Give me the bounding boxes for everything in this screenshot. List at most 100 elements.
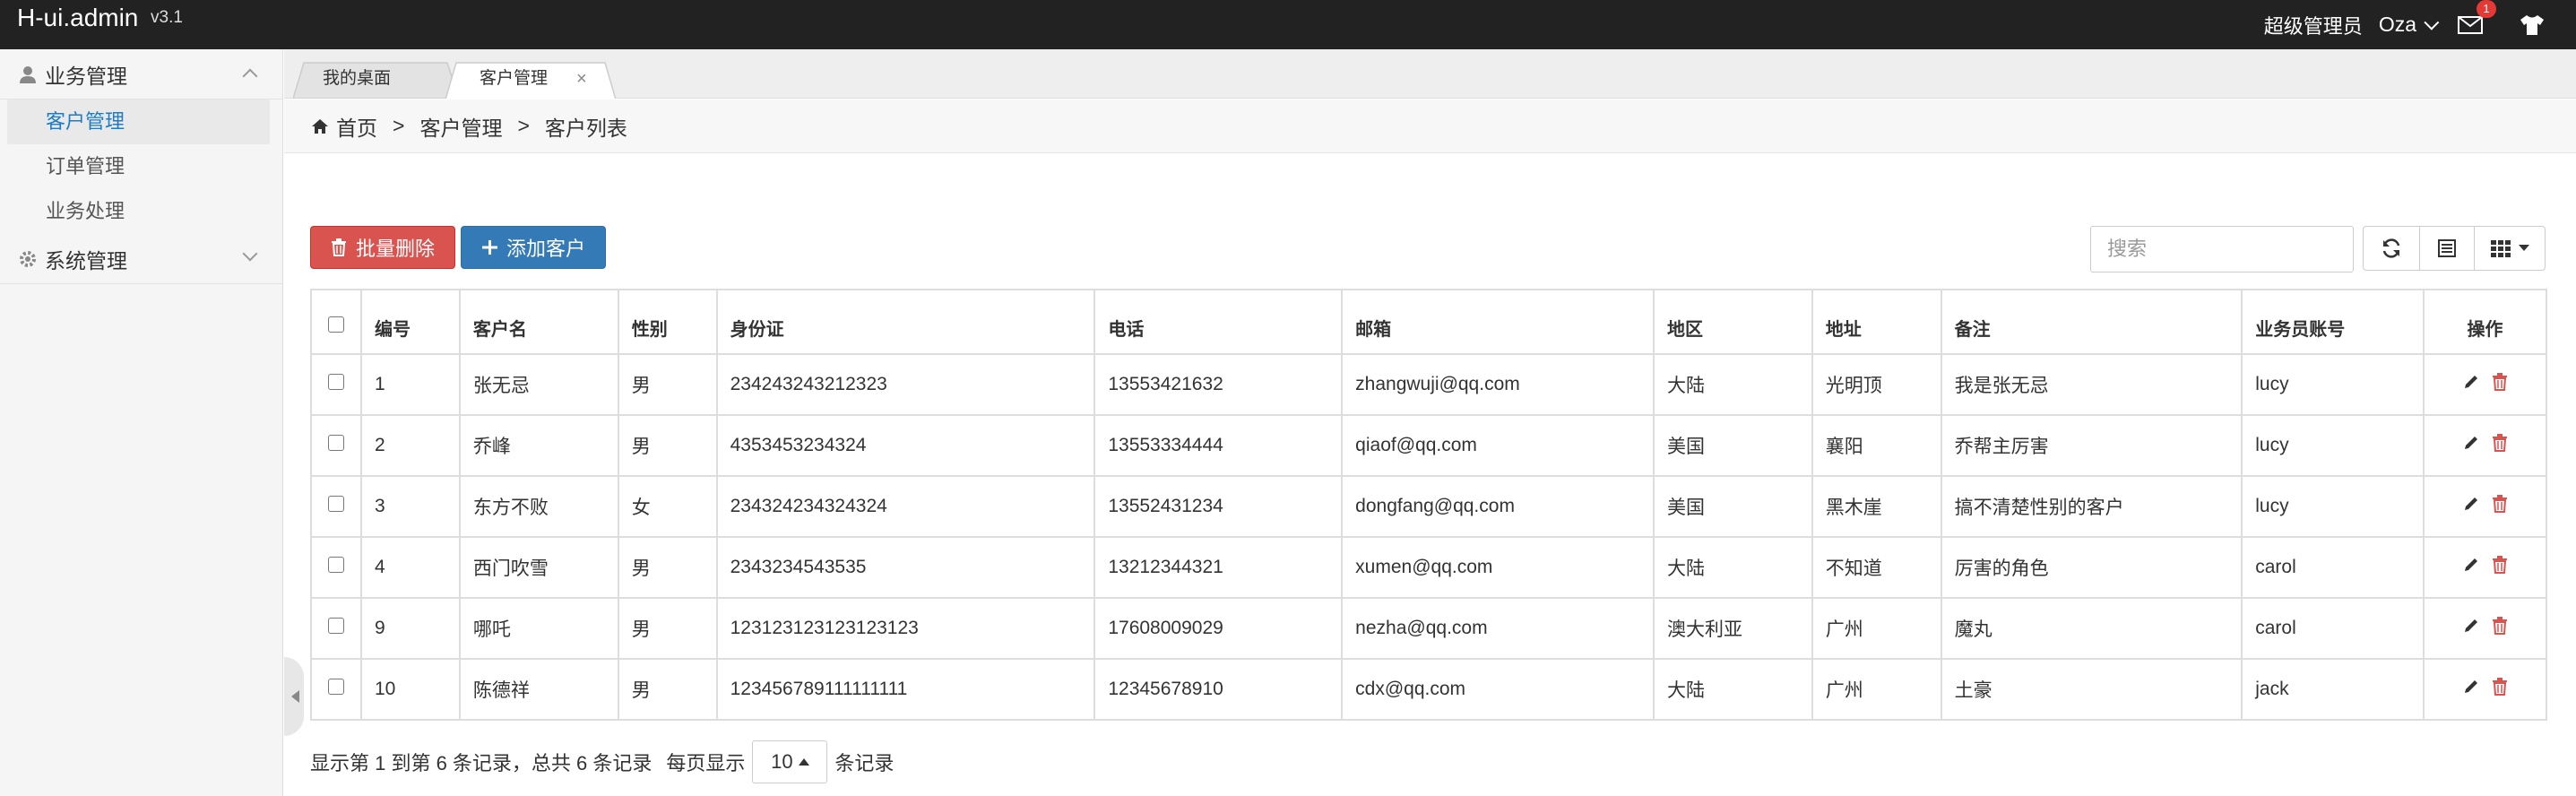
breadcrumb-separator: > — [517, 114, 530, 137]
mail-badge: 1 — [2477, 0, 2496, 18]
row-select-cell — [310, 658, 362, 721]
table-cell: 男 — [617, 536, 718, 599]
columns-dropdown-button[interactable] — [2474, 226, 2546, 271]
select-all-checkbox[interactable] — [327, 316, 344, 333]
table-cell: 陈德祥 — [458, 658, 619, 721]
row-checkbox[interactable] — [327, 435, 344, 451]
table-cell: 大陆 — [1652, 536, 1813, 599]
table-cell: 4 — [359, 536, 461, 599]
table-cell: 13553334444 — [1094, 414, 1344, 477]
edit-icon[interactable] — [2463, 435, 2479, 456]
column-header[interactable]: 地址 — [1811, 289, 1942, 355]
table-cell: 乔峰 — [458, 414, 619, 477]
mail-icon[interactable]: 1 — [2458, 0, 2496, 34]
skin-icon[interactable] — [2519, 13, 2546, 37]
table-cell: nezha@qq.com — [1341, 597, 1655, 660]
sidebar-item-processing[interactable]: 业务处理 — [0, 189, 282, 234]
refresh-button[interactable] — [2363, 226, 2420, 271]
row-checkbox[interactable] — [327, 374, 344, 390]
column-header[interactable]: 业务员账号 — [2241, 289, 2425, 355]
table-header-row: 编号 客户名 性别 身份证 电话 邮箱 地区 地址 备注 业务员账号 操作 — [310, 289, 2547, 355]
trash-icon[interactable] — [2492, 434, 2508, 457]
sidebar-group-business[interactable]: 业务管理 — [0, 49, 282, 99]
table-row: 4 西门吹雪男 2343234543535 13212344321 xumen@qq.c… — [310, 536, 2547, 599]
user-menu[interactable]: Oza — [2378, 13, 2440, 37]
page-size-select[interactable]: 10 — [752, 740, 828, 783]
table-cell: 襄阳 — [1811, 414, 1942, 477]
table-cell: 乔帮主厉害 — [1940, 414, 2243, 477]
table-cell: jack — [2241, 658, 2425, 721]
trash-icon[interactable] — [2492, 678, 2508, 701]
edit-icon[interactable] — [2463, 374, 2479, 395]
list-view-icon — [2438, 239, 2456, 257]
caret-up-icon — [798, 758, 809, 766]
column-header[interactable]: 地区 — [1652, 289, 1813, 355]
sidebar-item-customers[interactable]: 客户管理 — [7, 100, 270, 144]
search-input[interactable] — [2090, 226, 2354, 273]
row-checkbox[interactable] — [327, 557, 344, 573]
row-checkbox[interactable] — [327, 496, 344, 512]
table-cell: 女 — [617, 475, 718, 538]
table-cell: 13552431234 — [1094, 475, 1344, 538]
breadcrumb-level1[interactable]: 客户管理 — [419, 111, 502, 142]
plus-icon — [482, 240, 497, 255]
trash-icon[interactable] — [2492, 556, 2508, 579]
breadcrumb-home[interactable]: 首页 — [336, 111, 377, 142]
trash-icon[interactable] — [2492, 495, 2508, 518]
top-navbar: H-ui.admin v3.1 超级管理员 Oza 1 — [0, 0, 2576, 49]
role-label[interactable]: 超级管理员 — [2264, 11, 2363, 39]
sidebar-item-orders[interactable]: 订单管理 — [0, 144, 282, 189]
tab-customers[interactable]: 客户管理 × — [445, 62, 616, 99]
row-checkbox[interactable] — [327, 679, 344, 695]
refresh-icon — [2382, 238, 2400, 258]
table-cell: 10 — [359, 658, 461, 721]
column-header[interactable]: 身份证 — [715, 289, 1096, 355]
batch-delete-button[interactable]: 批量删除 — [310, 226, 455, 269]
column-header[interactable]: 电话 — [1094, 289, 1344, 355]
tab-desktop[interactable]: 我的桌面 — [293, 62, 459, 99]
table-cell: 4353453234324 — [715, 414, 1096, 477]
column-header[interactable]: 性别 — [617, 289, 718, 355]
table-row: 1 张无忌男 234243243212323 13553421632 zhangwuji… — [310, 353, 2547, 416]
table-cell: 2343234543535 — [715, 536, 1096, 599]
edit-icon[interactable] — [2463, 557, 2479, 578]
batch-delete-label: 批量删除 — [356, 238, 436, 260]
sidebar-toggle-handle[interactable] — [284, 657, 304, 736]
table-cell: qiaof@qq.com — [1341, 414, 1655, 477]
table-row: 3 东方不败女 234324234324324 13552431234 dongfang… — [310, 475, 2547, 538]
table-cell: carol — [2241, 597, 2425, 660]
table-row: 9 哪吒男 123123123123123123 17608009029 nezha@q… — [310, 597, 2547, 660]
add-customer-label: 添加客户 — [506, 238, 586, 260]
username: Oza — [2378, 13, 2416, 36]
table-cell: lucy — [2241, 475, 2425, 538]
table-cell: 广州 — [1811, 597, 1942, 660]
toggle-view-button[interactable] — [2419, 226, 2475, 271]
trash-icon[interactable] — [2492, 617, 2508, 640]
add-customer-button[interactable]: 添加客户 — [461, 226, 606, 269]
column-header[interactable]: 邮箱 — [1341, 289, 1655, 355]
column-header[interactable]: 编号 — [359, 289, 461, 355]
brand-logo[interactable]: H-ui.admin — [17, 4, 138, 32]
row-checkbox[interactable] — [327, 618, 344, 634]
table-cell: 男 — [617, 597, 718, 660]
table-cell: 光明顶 — [1811, 353, 1942, 416]
chevron-down-icon — [242, 246, 258, 262]
table-cell: xumen@qq.com — [1341, 536, 1655, 599]
edit-icon[interactable] — [2463, 679, 2479, 700]
table-cell: 男 — [617, 658, 718, 721]
table-cell: 17608009029 — [1094, 597, 1344, 660]
table-cell: 1 — [359, 353, 461, 416]
table-cell: 澳大利亚 — [1652, 597, 1813, 660]
edit-icon[interactable] — [2463, 618, 2479, 639]
column-header[interactable]: 备注 — [1940, 289, 2243, 355]
pagination-info: 显示第 1 到第 6 条记录，总共 6 条记录 每页显示 10 条记录 — [310, 740, 894, 784]
column-header[interactable]: 客户名 — [458, 289, 619, 355]
table-cell: dongfang@qq.com — [1341, 475, 1655, 538]
table-cell: lucy — [2241, 353, 2425, 416]
column-header: 操作 — [2423, 289, 2547, 355]
row-actions — [2423, 353, 2547, 416]
edit-icon[interactable] — [2463, 496, 2479, 517]
sidebar-group-system[interactable]: 系统管理 — [0, 234, 282, 283]
trash-icon[interactable] — [2492, 373, 2508, 396]
close-icon[interactable]: × — [576, 62, 587, 96]
